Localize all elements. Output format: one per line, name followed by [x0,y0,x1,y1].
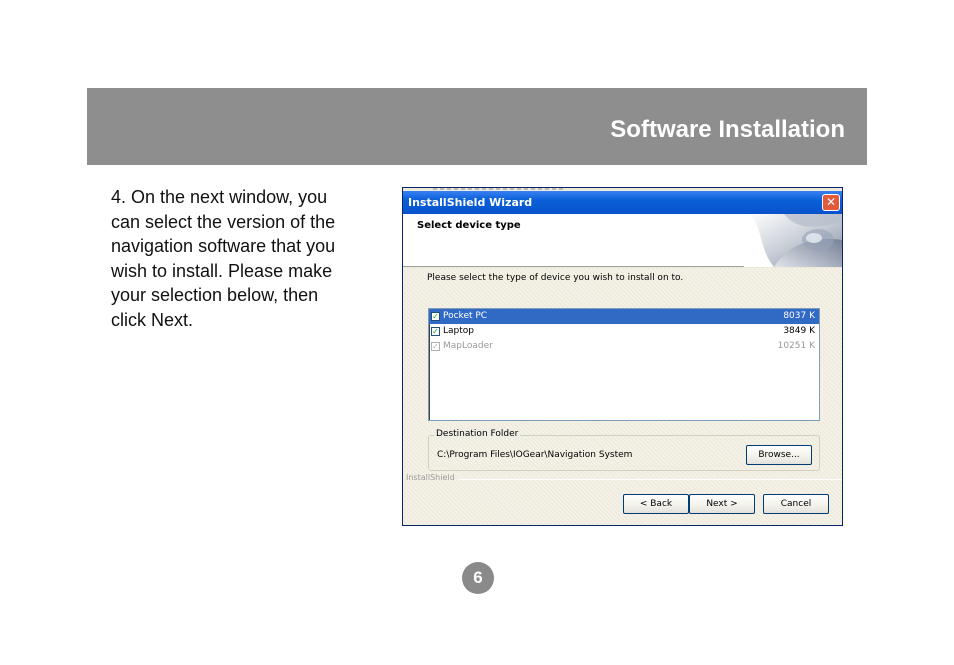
destination-folder-label: Destination Folder [434,429,521,439]
window-title: InstallShield Wizard [408,196,533,209]
device-size: 10251 K [777,341,815,351]
device-item-pocket-pc[interactable]: ✓ Pocket PC 8037 K [429,309,819,324]
instruction-line: 4. On the next window, you [111,187,328,207]
close-button[interactable]: ✕ [822,194,840,211]
installshield-brand-label: InstallShield [406,473,455,482]
footer-divider [459,479,842,480]
device-name: Laptop [443,326,474,336]
header-band: Software Installation [87,88,867,165]
checkbox-icon[interactable]: ✓ [431,342,440,351]
checkbox-icon[interactable]: ✓ [431,312,440,321]
destination-path: C:\Program Files\IOGear\Navigation Syste… [437,450,633,460]
page-title: Software Installation [610,116,845,143]
background-window-edge [433,188,563,190]
device-size: 3849 K [783,326,815,336]
cancel-button[interactable]: Cancel [763,494,829,514]
device-prompt: Please select the type of device you wis… [427,273,684,283]
installshield-swirl-icon [744,214,842,267]
back-button[interactable]: < Back [623,494,689,514]
device-name: Pocket PC [443,311,488,321]
next-button[interactable]: Next > [689,494,755,514]
step-title: Select device type [417,220,521,231]
checkbox-icon[interactable]: ✓ [431,327,440,336]
wizard-banner: Select device type [403,214,842,267]
instruction-line: click Next. [111,309,194,330]
instruction-line: your selection below, then [111,285,319,306]
close-icon: ✕ [825,195,837,209]
device-list[interactable]: ✓ Pocket PC 8037 K ✓ Laptop 3849 K ✓ Map… [428,308,820,421]
device-item-maploader[interactable]: ✓ MapLoader 10251 K [429,339,819,354]
instruction-line: can select the version of the [111,211,336,232]
page-number-badge: 6 [462,562,494,594]
device-name: MapLoader [443,341,493,351]
instruction-line: wish to install. Please make [111,260,333,281]
instruction-line: navigation software that you [111,236,336,257]
installshield-wizard-window: InstallShield Wizard ✕ Select device typ… [402,187,843,526]
wizard-body: Please select the type of device you wis… [403,268,842,525]
instructions-text: 4. On the next window, you can select th… [111,185,381,333]
browse-button[interactable]: Browse... [746,445,812,465]
device-item-laptop[interactable]: ✓ Laptop 3849 K [429,324,819,339]
window-titlebar[interactable]: InstallShield Wizard ✕ [403,191,842,214]
device-size: 8037 K [783,311,815,321]
